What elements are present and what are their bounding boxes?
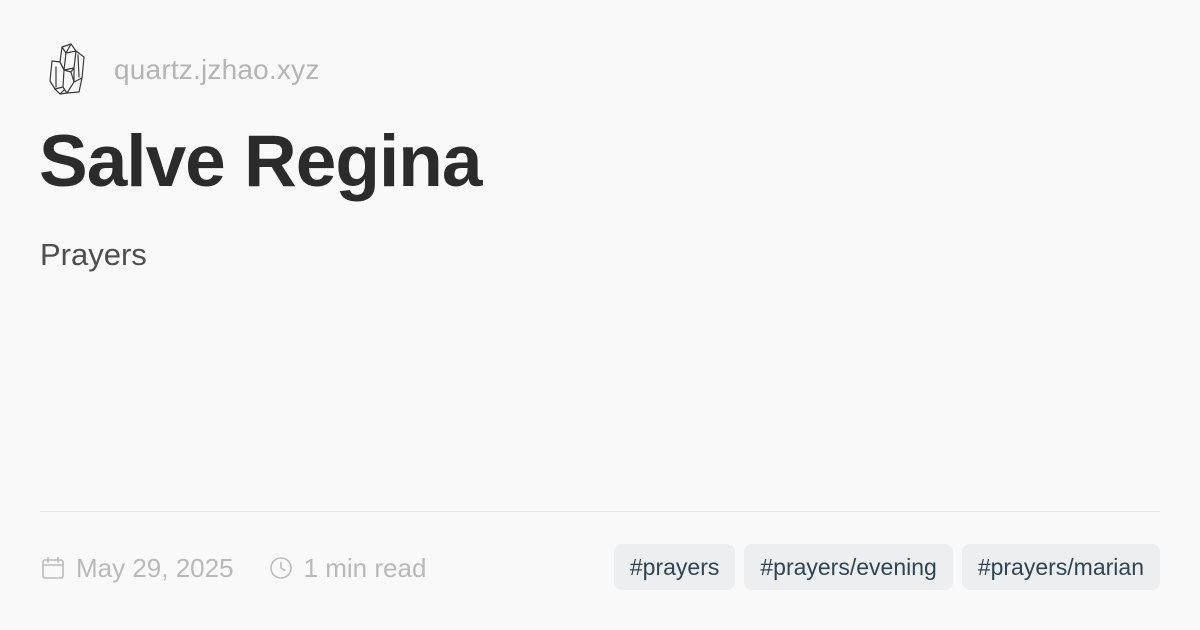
footer-divider bbox=[40, 511, 1160, 512]
reading-time-text: 1 min read bbox=[303, 553, 427, 583]
tag-prayers[interactable]: #prayers bbox=[613, 544, 736, 590]
tag-list: #prayers #prayers/evening #prayers/maria… bbox=[613, 544, 1160, 590]
publish-date: May 29, 2025 bbox=[40, 555, 234, 581]
site-brand[interactable]: quartz.jzhao.xyz bbox=[48, 42, 320, 98]
calendar-icon bbox=[42, 557, 64, 579]
tag-prayers-evening[interactable]: #prayers/evening bbox=[744, 544, 953, 590]
preview-card: quartz.jzhao.xyz Salve Regina Prayers Ma… bbox=[39, 0, 1160, 630]
site-name[interactable]: quartz.jzhao.xyz bbox=[114, 56, 320, 84]
page-title: Salve Regina bbox=[39, 121, 482, 202]
reading-time: 1 min read bbox=[268, 553, 427, 583]
page-subtitle: Prayers bbox=[40, 237, 147, 272]
clock-icon bbox=[269, 557, 292, 579]
tag-prayers-marian[interactable]: #prayers/marian bbox=[961, 544, 1160, 590]
page-meta: May 29, 2025 1 min read bbox=[40, 548, 426, 588]
publish-date-text: May 29, 2025 bbox=[76, 553, 234, 583]
crystal-logo bbox=[49, 43, 85, 95]
